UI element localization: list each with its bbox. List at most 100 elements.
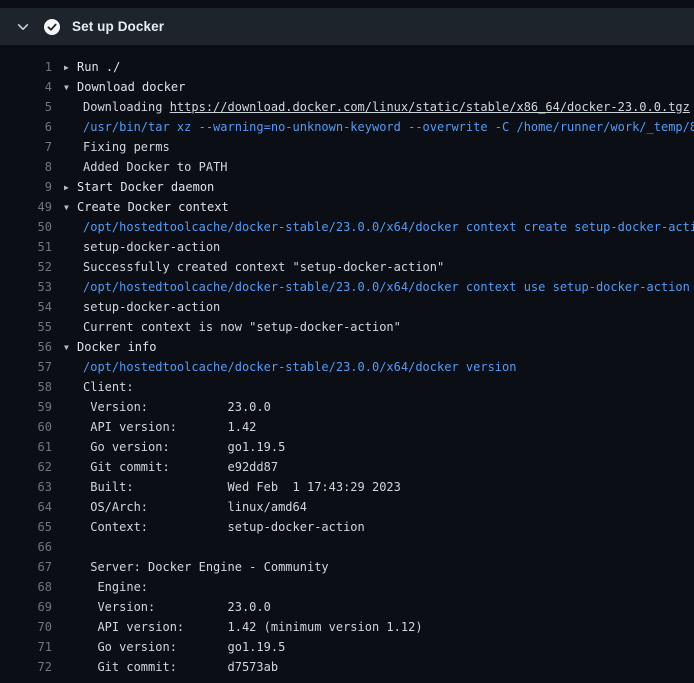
line-number[interactable]: 8 <box>0 160 64 174</box>
line-number[interactable]: 64 <box>0 500 64 514</box>
line-number[interactable]: 1 <box>0 60 64 74</box>
triangle-expanded-icon: ▼ <box>64 203 77 212</box>
log-row: 7Fixing perms <box>0 137 694 157</box>
log-text: Git commit: d7573ab <box>64 660 278 674</box>
group-title: Start Docker daemon <box>77 180 214 194</box>
log-text: Go version: go1.19.5 <box>64 640 285 654</box>
log-text: Context: setup-docker-action <box>64 520 365 534</box>
line-number[interactable]: 52 <box>0 260 64 274</box>
log-row: 69 Version: 23.0.0 <box>0 597 694 617</box>
group-title: Download docker <box>77 80 185 94</box>
step-header[interactable]: Set up Docker <box>0 8 694 45</box>
log-row: 60 API version: 1.42 <box>0 417 694 437</box>
line-number[interactable]: 57 <box>0 360 64 374</box>
line-number[interactable]: 65 <box>0 520 64 534</box>
log-row: 50/opt/hostedtoolcache/docker-stable/23.… <box>0 217 694 237</box>
line-number[interactable]: 58 <box>0 380 64 394</box>
log-row: 57/opt/hostedtoolcache/docker-stable/23.… <box>0 357 694 377</box>
log-row: 65 Context: setup-docker-action <box>0 517 694 537</box>
line-number[interactable]: 9 <box>0 180 64 194</box>
log-row: 52Successfully created context "setup-do… <box>0 257 694 277</box>
log-group-row: 56▼Docker info <box>0 337 694 357</box>
log-text: Version: 23.0.0 <box>64 600 271 614</box>
line-number[interactable]: 4 <box>0 80 64 94</box>
line-number[interactable]: 49 <box>0 200 64 214</box>
line-number[interactable]: 56 <box>0 340 64 354</box>
log-row: 53/opt/hostedtoolcache/docker-stable/23.… <box>0 277 694 297</box>
command-text: /opt/hostedtoolcache/docker-stable/23.0.… <box>64 280 690 294</box>
log-text: Server: Docker Engine - Community <box>64 560 329 574</box>
log-group-row: 9▶Start Docker daemon <box>0 177 694 197</box>
log-row: 5Downloading https://download.docker.com… <box>0 97 694 117</box>
log-text: API version: 1.42 <box>64 420 256 434</box>
line-number[interactable]: 66 <box>0 540 64 554</box>
log-row: 59 Version: 23.0.0 <box>0 397 694 417</box>
log-row: 63 Built: Wed Feb 1 17:43:29 2023 <box>0 477 694 497</box>
line-number[interactable]: 72 <box>0 660 64 674</box>
group-header[interactable]: ▼Download docker <box>64 80 185 94</box>
log-row: 68 Engine: <box>0 577 694 597</box>
log-row: 8Added Docker to PATH <box>0 157 694 177</box>
command-text: /opt/hostedtoolcache/docker-stable/23.0.… <box>64 360 516 374</box>
line-number[interactable]: 55 <box>0 320 64 334</box>
group-header[interactable]: ▶Run ./ <box>64 60 120 74</box>
log-text: API version: 1.42 (minimum version 1.12) <box>64 620 423 634</box>
log-text: Current context is now "setup-docker-act… <box>64 320 401 334</box>
log-row: 66 <box>0 537 694 557</box>
log-text: Go version: go1.19.5 <box>64 440 285 454</box>
log-text: Version: 23.0.0 <box>64 400 271 414</box>
chevron-down-icon[interactable] <box>16 20 30 34</box>
log-lines: 1▶Run ./4▼Download docker5Downloading ht… <box>0 45 694 677</box>
log-row: 72 Git commit: d7573ab <box>0 657 694 677</box>
log-text: Successfully created context "setup-dock… <box>64 260 444 274</box>
log-row: 58Client: <box>0 377 694 397</box>
log-text: Engine: <box>64 580 148 594</box>
log-row: 55Current context is now "setup-docker-a… <box>0 317 694 337</box>
log-text: Downloading https://download.docker.com/… <box>64 100 690 114</box>
line-number[interactable]: 71 <box>0 640 64 654</box>
log-text: Client: <box>64 380 134 394</box>
line-number[interactable]: 62 <box>0 460 64 474</box>
group-title: Create Docker context <box>77 200 229 214</box>
group-title: Run ./ <box>77 60 120 74</box>
line-number[interactable]: 69 <box>0 600 64 614</box>
log-row: 70 API version: 1.42 (minimum version 1.… <box>0 617 694 637</box>
download-url-link[interactable]: https://download.docker.com/linux/static… <box>170 100 690 114</box>
triangle-collapsed-icon: ▶ <box>64 63 77 72</box>
actions-log-page: Set up Docker 1▶Run ./4▼Download docker5… <box>0 8 694 683</box>
log-row: 54setup-docker-action <box>0 297 694 317</box>
group-header[interactable]: ▼Create Docker context <box>64 200 229 214</box>
line-number[interactable]: 61 <box>0 440 64 454</box>
line-number[interactable]: 53 <box>0 280 64 294</box>
log-row: 71 Go version: go1.19.5 <box>0 637 694 657</box>
line-number[interactable]: 51 <box>0 240 64 254</box>
triangle-expanded-icon: ▼ <box>64 343 77 352</box>
log-text: Fixing perms <box>64 140 170 154</box>
line-number[interactable]: 60 <box>0 420 64 434</box>
line-number[interactable]: 50 <box>0 220 64 234</box>
group-header[interactable]: ▶Start Docker daemon <box>64 180 214 194</box>
line-number[interactable]: 59 <box>0 400 64 414</box>
line-number[interactable]: 6 <box>0 120 64 134</box>
log-row: 62 Git commit: e92dd87 <box>0 457 694 477</box>
command-text: /opt/hostedtoolcache/docker-stable/23.0.… <box>64 220 694 234</box>
log-row: 61 Go version: go1.19.5 <box>0 437 694 457</box>
log-row: 6/usr/bin/tar xz --warning=no-unknown-ke… <box>0 117 694 137</box>
step-title: Set up Docker <box>72 19 164 34</box>
line-number[interactable]: 68 <box>0 580 64 594</box>
line-number[interactable]: 7 <box>0 140 64 154</box>
line-number[interactable]: 54 <box>0 300 64 314</box>
line-number[interactable]: 70 <box>0 620 64 634</box>
command-text: /usr/bin/tar xz --warning=no-unknown-key… <box>64 120 694 134</box>
line-number[interactable]: 5 <box>0 100 64 114</box>
group-title: Docker info <box>77 340 156 354</box>
log-text: Added Docker to PATH <box>64 160 228 174</box>
log-group-row: 4▼Download docker <box>0 77 694 97</box>
log-text: setup-docker-action <box>64 240 220 254</box>
group-header[interactable]: ▼Docker info <box>64 340 156 354</box>
line-number[interactable]: 67 <box>0 560 64 574</box>
log-text: Git commit: e92dd87 <box>64 460 278 474</box>
triangle-collapsed-icon: ▶ <box>64 183 77 192</box>
line-number[interactable]: 63 <box>0 480 64 494</box>
log-text-prefix: Downloading <box>83 100 170 114</box>
